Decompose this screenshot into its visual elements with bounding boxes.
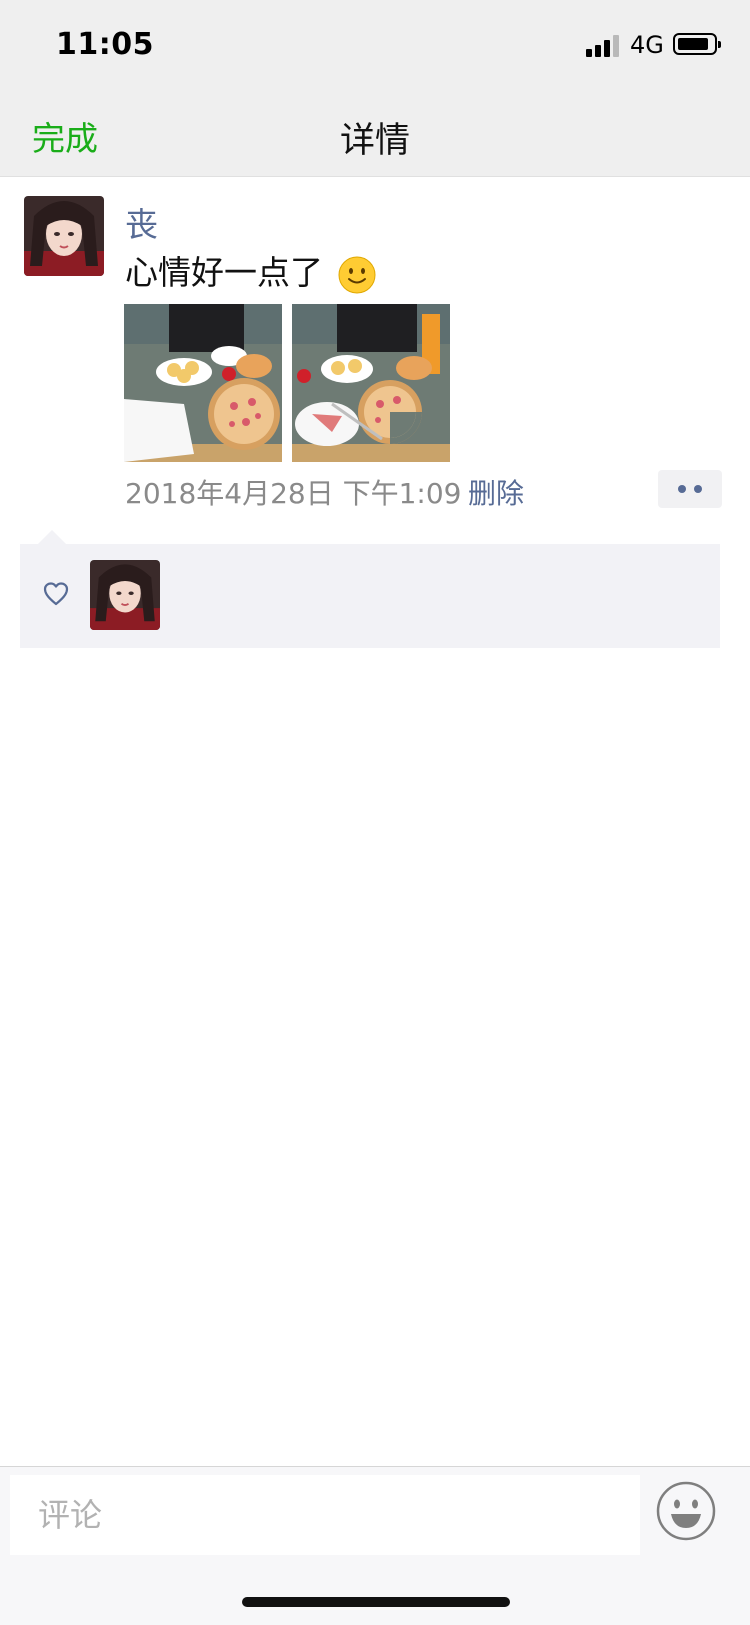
heart-outline-icon — [43, 582, 69, 606]
status-time: 11:05 — [56, 27, 154, 62]
post-photo-2[interactable] — [292, 304, 450, 462]
home-indicator — [242, 1597, 510, 1607]
delete-button[interactable]: 删除 — [468, 472, 524, 512]
likes-section — [20, 544, 720, 648]
emoji-face-icon[interactable] — [656, 1481, 716, 1541]
comment-input[interactable] — [10, 1475, 640, 1555]
post-text-content: 心情好一点了 — [125, 253, 323, 292]
likes-pointer — [38, 530, 66, 544]
more-options-button[interactable] — [658, 470, 722, 508]
network-type: 4G — [630, 31, 664, 59]
battery-icon — [673, 33, 721, 55]
signal-icon — [586, 33, 622, 57]
post-text: 心情好一点了 — [125, 246, 376, 294]
post-photo-1[interactable] — [124, 304, 282, 462]
smile-emoji-icon — [338, 256, 375, 293]
post-timestamp: 2018年4月28日 下午1:09 — [125, 477, 462, 510]
user-avatar[interactable] — [24, 196, 104, 276]
liker-avatar[interactable] — [90, 560, 160, 630]
nav-bar: 完成 详情 — [0, 90, 750, 177]
more-dot-icon — [694, 485, 702, 493]
more-dot-icon — [678, 485, 686, 493]
status-bar: 11:05 4G — [0, 0, 750, 90]
comment-bar — [0, 1466, 750, 1625]
page-title: 详情 — [339, 121, 410, 161]
post-username[interactable]: 丧 — [125, 198, 158, 246]
